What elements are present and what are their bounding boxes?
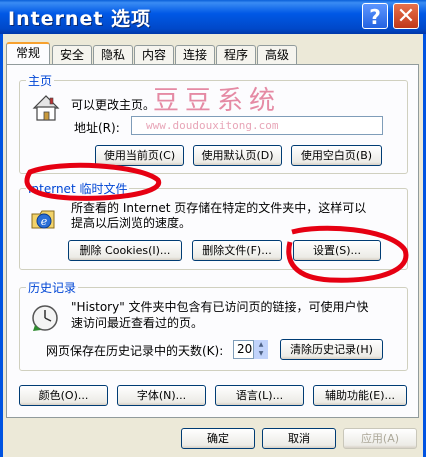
annotation-overlay xyxy=(24,162,409,283)
annotation-circle-temp-files xyxy=(24,162,162,201)
annotation-circle-settings xyxy=(286,225,409,283)
